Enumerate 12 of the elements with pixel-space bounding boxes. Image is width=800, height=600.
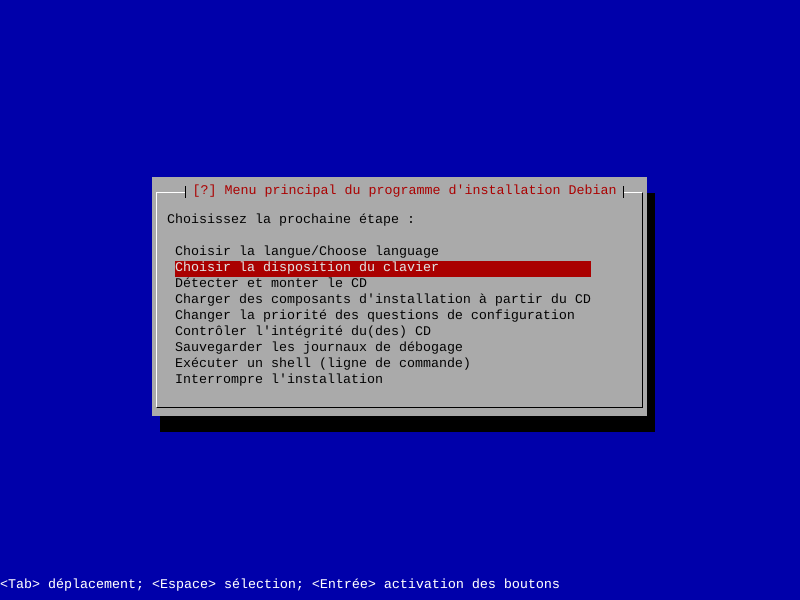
status-bar-hint: <Tab> déplacement; <Espace> sélection; <Entrée> activation des boutons [0,578,560,594]
menu-item[interactable]: Sauvegarder les journaux de débogage [175,341,591,357]
dialog-title: [?] Menu principal du programme d'installation Debian [184,186,624,198]
menu-item[interactable]: Détecter et monter le CD [175,277,591,293]
menu-item[interactable]: Charger des composants d'installation à partir du CD [175,293,591,309]
menu-item[interactable]: Contrôler l'intégrité du(des) CD [175,325,591,341]
menu-item[interactable]: Choisir la langue/Choose language [175,245,591,261]
menu-item[interactable]: Changer la priorité des questions de configuration [175,309,591,325]
menu-item[interactable]: Exécuter un shell (ligne de commande) [175,357,591,373]
menu-item[interactable]: Choisir la disposition du clavier [175,261,591,277]
prompt-text: Choisissez la prochaine étape : [167,213,415,229]
menu-item[interactable]: Interrompre l'installation [175,373,591,389]
